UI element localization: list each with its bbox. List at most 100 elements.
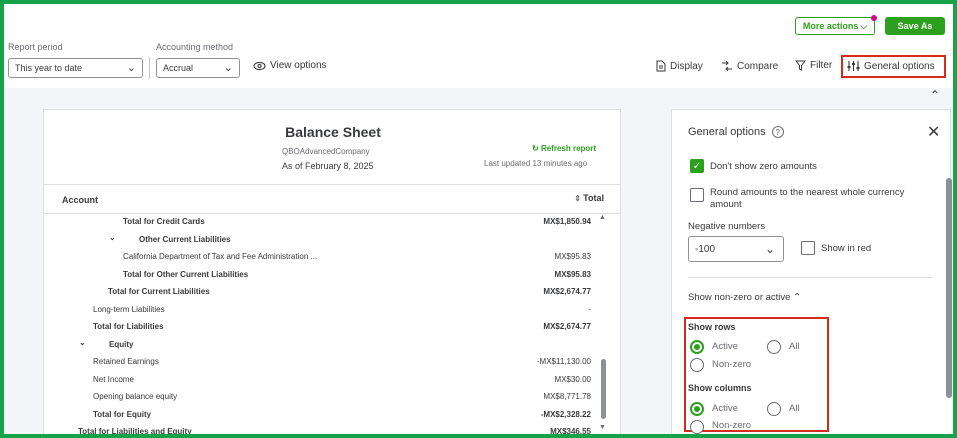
rows-all-radio[interactable]: [767, 340, 781, 354]
report-toolbar: More actions ⌵ Save As Report period Thi…: [0, 0, 957, 88]
table-header: Account ⇕ Total: [44, 184, 620, 214]
rows-active-radio[interactable]: [690, 340, 704, 354]
panel-title: General options ?: [688, 126, 784, 138]
chevron-down-icon: ⌄: [764, 242, 775, 256]
table-row[interactable]: Net Income MX$30.00: [44, 372, 604, 389]
table-row[interactable]: ⌄ Other Current Liabilities: [44, 232, 604, 249]
show-in-red-label: Show in red: [821, 243, 872, 254]
refresh-icon: ↻: [532, 144, 539, 153]
show-columns-heading: Show columns: [688, 383, 752, 393]
chevron-down-icon: ⌄: [126, 62, 136, 74]
refresh-report-link[interactable]: ↻ Refresh report: [532, 144, 596, 153]
negative-numbers-select[interactable]: -100 ⌄: [688, 236, 784, 262]
scroll-up-icon[interactable]: ▲: [599, 214, 606, 221]
show-rows-heading: Show rows: [688, 322, 736, 332]
chevron-up-icon: ⌃: [793, 292, 802, 303]
row-amount: MX$2,674.77: [543, 287, 591, 296]
report-scrollbar[interactable]: ▲ ▼: [599, 214, 609, 437]
column-total[interactable]: ⇕ Total: [574, 193, 604, 203]
show-nonzero-toggle[interactable]: Show non-zero or active ⌃: [688, 292, 801, 303]
column-account[interactable]: Account: [62, 195, 98, 205]
filter-button[interactable]: Filter: [795, 60, 832, 71]
filter-icon: [795, 60, 806, 71]
panel-title-label: General options: [688, 126, 766, 138]
show-in-red-checkbox[interactable]: [801, 241, 815, 255]
columns-active-radio[interactable]: [690, 402, 704, 416]
help-icon[interactable]: ?: [771, 126, 784, 138]
round-amounts-checkbox[interactable]: [690, 188, 704, 202]
compare-label: Compare: [737, 60, 779, 72]
row-label: Opening balance equity: [93, 392, 178, 401]
compare-icon: [722, 60, 732, 72]
columns-nonzero-label: Non-zero: [712, 420, 752, 431]
report-period-label: Report period: [8, 42, 63, 52]
dont-show-zero-label: Don't show zero amounts: [710, 161, 817, 172]
row-amount: -MX$11,130.00: [536, 357, 591, 366]
panel-scrollbar[interactable]: [946, 178, 952, 438]
compare-button[interactable]: Compare: [721, 60, 778, 72]
rows-nonzero-radio[interactable]: [690, 358, 704, 372]
view-options-button[interactable]: View options: [253, 60, 327, 71]
table-row[interactable]: Long-term Liabilities -: [44, 302, 604, 319]
scroll-down-icon[interactable]: ▼: [599, 424, 606, 431]
row-label: Retained Earnings: [93, 357, 159, 366]
round-amounts-label: Round amounts to the nearest whole curre…: [710, 187, 905, 210]
table-row[interactable]: Opening balance equity MX$8,771.78: [44, 389, 604, 406]
dont-show-zero-checkbox[interactable]: ✓: [690, 159, 704, 173]
display-button[interactable]: Display: [656, 60, 703, 72]
row-label: Net Income: [93, 374, 134, 384]
notification-dot: [871, 15, 877, 21]
row-amount: MX$8,771.78: [543, 392, 591, 401]
scroll-thumb[interactable]: [601, 359, 606, 419]
last-updated-text: Last updated 13 minutes ago: [484, 159, 588, 168]
rows-nonzero-label: Non-zero: [712, 359, 752, 370]
show-nonzero-label: Show non-zero or active: [688, 292, 791, 303]
close-icon[interactable]: ✕: [927, 122, 940, 142]
accounting-method-select[interactable]: Accrual ⌄: [156, 58, 240, 78]
save-as-button[interactable]: Save As: [885, 17, 945, 35]
row-label: Total for Liabilities: [93, 322, 164, 331]
columns-nonzero-radio[interactable]: [690, 420, 704, 434]
scroll-thumb[interactable]: [946, 178, 952, 398]
report-period-select[interactable]: This year to date ⌄: [8, 58, 143, 78]
highlight-box: [841, 55, 946, 78]
report-title: Balance Sheet: [285, 124, 381, 140]
rows-all-label: All: [789, 341, 800, 352]
more-actions-button[interactable]: More actions ⌵: [795, 15, 877, 35]
row-label: Total for Liabilities and Equity: [78, 427, 192, 436]
row-label: California Department of Tax and Fee Adm…: [123, 252, 318, 261]
balance-sheet-report: Balance Sheet QBOAdvancedCompany As of F…: [43, 109, 621, 438]
company-name: QBOAdvancedCompany: [282, 147, 370, 156]
accounting-method-value: Accrual: [163, 63, 194, 73]
row-amount: MX$2,674.77: [543, 322, 591, 331]
columns-active-label: Active: [712, 403, 738, 414]
row-label: Total for Other Current Liabilities: [123, 269, 249, 279]
table-row[interactable]: Total for Credit Cards MX$1,850.94: [44, 214, 604, 231]
report-date: As of February 8, 2025: [282, 161, 374, 171]
sort-icon: ⇕: [574, 194, 584, 203]
table-row[interactable]: Retained Earnings -MX$11,130.00: [44, 354, 604, 371]
table-row[interactable]: Total for Liabilities MX$2,674.77: [44, 319, 604, 336]
table-row[interactable]: California Department of Tax and Fee Adm…: [44, 249, 604, 266]
chevron-up-icon[interactable]: ⌃: [930, 88, 940, 102]
row-amount: -MX$2,328.22: [540, 409, 591, 419]
chevron-down-icon: ⌵: [860, 20, 868, 31]
divider: [688, 277, 932, 278]
table-row[interactable]: Total for Liabilities and Equity MX$346.5…: [44, 424, 604, 437]
highlight-box: [684, 317, 829, 432]
table-row[interactable]: Total for Current Liabilities MX$2,674.77: [44, 284, 604, 301]
chevron-down-icon[interactable]: ⌄: [109, 233, 116, 242]
table-row[interactable]: Total for Equity -MX$2,328.22: [44, 407, 604, 424]
accounting-method-label: Accounting method: [156, 42, 234, 52]
negative-numbers-value: -100: [695, 243, 716, 255]
divider: [149, 57, 150, 79]
chevron-down-icon[interactable]: ⌄: [79, 338, 86, 347]
row-amount: MX$95.83: [554, 252, 591, 261]
table-row[interactable]: ⌄ Equity: [44, 337, 604, 354]
row-label: Long-term Liabilities: [93, 304, 165, 314]
rows-active-label: Active: [712, 341, 738, 352]
table-row[interactable]: Total for Other Current Liabilities MX$95…: [44, 267, 604, 284]
column-total-label: Total: [583, 193, 604, 203]
refresh-label: Refresh report: [540, 144, 597, 153]
columns-all-radio[interactable]: [767, 402, 781, 416]
